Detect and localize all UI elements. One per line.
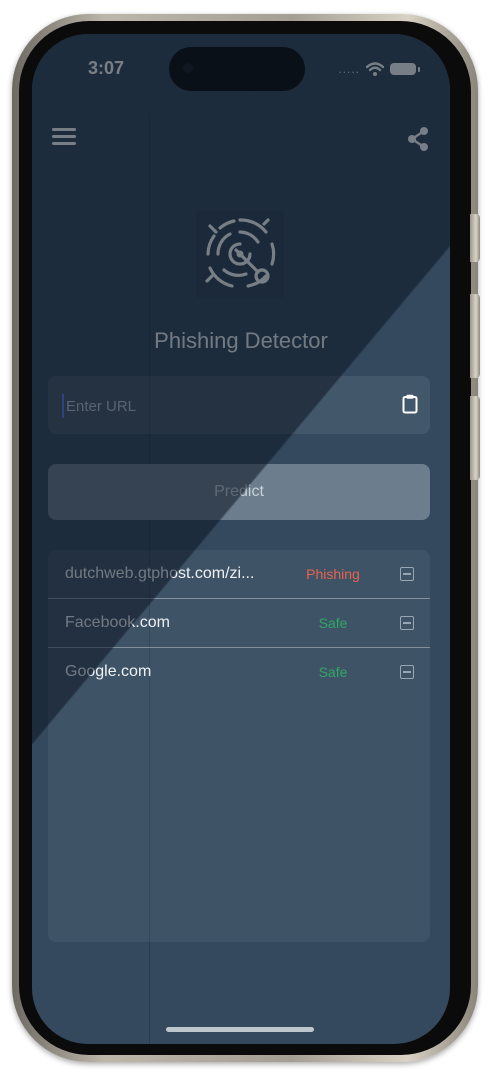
- app-screen: 3:07 ..... Phishing Detector Enter URL P…: [32, 34, 450, 1044]
- front-camera: [183, 63, 193, 73]
- url-input[interactable]: [62, 394, 388, 418]
- radar-target-icon: [196, 210, 284, 298]
- status-indicators: .....: [338, 62, 420, 76]
- wifi-icon: [366, 62, 384, 76]
- action-button: [470, 214, 480, 262]
- url-field[interactable]: [48, 376, 430, 434]
- signal-icon: .....: [338, 62, 360, 76]
- volume-up-button: [470, 294, 480, 378]
- predict-button[interactable]: Predict: [48, 464, 430, 520]
- status-badge-safe: Safe: [318, 615, 348, 631]
- status-badge-safe: Safe: [318, 664, 348, 680]
- share-icon[interactable]: [406, 126, 430, 152]
- home-indicator[interactable]: [166, 1027, 314, 1032]
- history-url: Google.com: [65, 663, 152, 680]
- remove-icon[interactable]: [400, 665, 414, 679]
- history-row[interactable]: Facebook.com Safe: [48, 599, 430, 648]
- status-time: 3:07: [88, 58, 125, 78]
- volume-down-button: [470, 396, 480, 480]
- app-title: Phishing Detector: [154, 328, 328, 353]
- history-list: dutchweb.gtphost.com/zi... Phishing Face…: [48, 550, 430, 942]
- clipboard-icon[interactable]: [402, 394, 418, 414]
- battery-icon: [390, 63, 420, 75]
- history-url: Facebook.com: [65, 614, 170, 631]
- history-row[interactable]: Google.com Safe: [48, 648, 430, 696]
- status-badge-phishing: Phishing: [306, 566, 360, 582]
- history-row[interactable]: dutchweb.gtphost.com/zi... Phishing: [48, 550, 430, 599]
- history-url: dutchweb.gtphost.com/zi...: [65, 565, 255, 582]
- remove-icon[interactable]: [400, 567, 414, 581]
- hamburger-menu-icon[interactable]: [52, 128, 76, 148]
- remove-icon[interactable]: [400, 616, 414, 630]
- dynamic-island: [169, 47, 305, 91]
